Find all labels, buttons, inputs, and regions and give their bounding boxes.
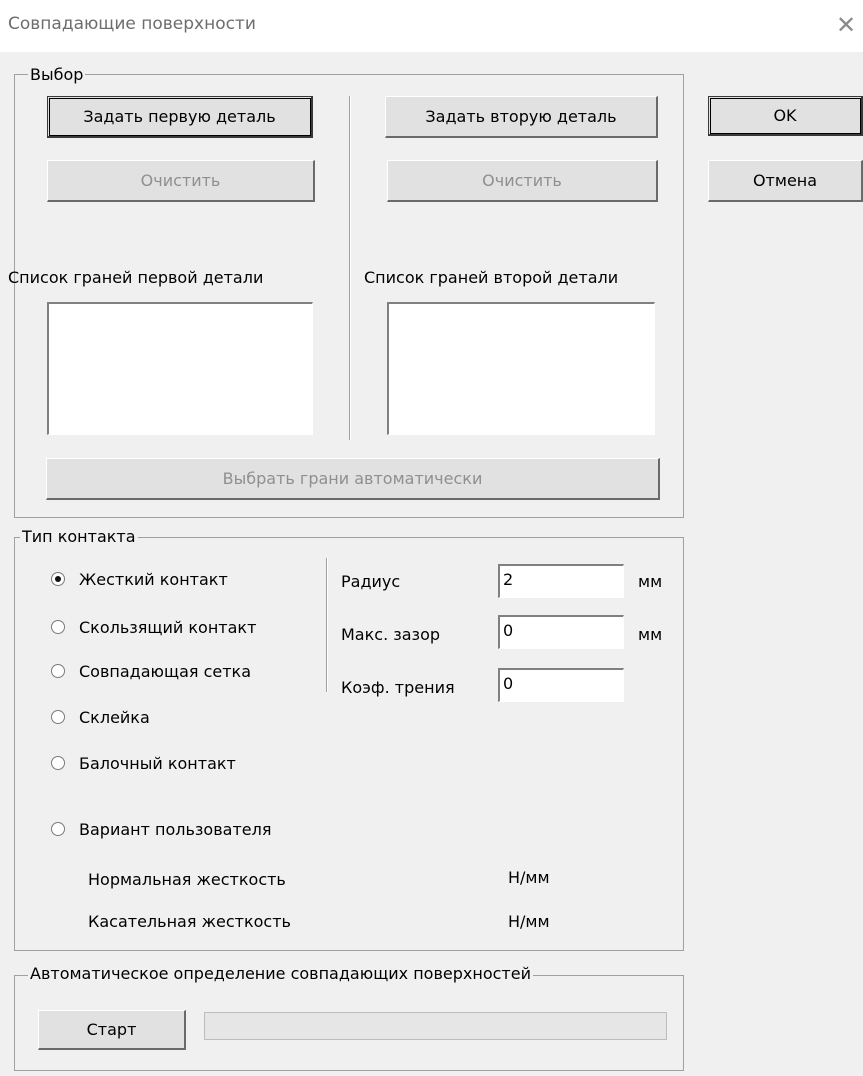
- set-first-part-button[interactable]: Задать первую деталь: [47, 96, 313, 138]
- selection-group-legend: Выбор: [28, 65, 86, 84]
- start-button[interactable]: Старт: [38, 1010, 186, 1050]
- second-part-faces-label: Список граней второй детали: [364, 268, 619, 287]
- user-variant-label: Вариант пользователя: [79, 820, 272, 839]
- friction-input[interactable]: 0: [498, 668, 624, 702]
- first-part-faces-label: Список граней первой детали: [8, 268, 264, 287]
- cancel-button[interactable]: Отмена: [708, 160, 863, 202]
- max-gap-unit: мм: [638, 625, 663, 644]
- max-gap-input[interactable]: 0: [498, 615, 624, 649]
- rigid-contact-label: Жесткий контакт: [79, 570, 228, 589]
- max-gap-label: Макс. зазор: [341, 625, 441, 644]
- radio-sliding-contact[interactable]: [51, 620, 65, 634]
- radius-label: Радиус: [341, 572, 401, 591]
- window-title: Совпадающие поверхности: [8, 14, 256, 34]
- beam-contact-label: Балочный контакт: [79, 754, 236, 773]
- close-icon[interactable]: ✕: [836, 10, 856, 40]
- auto-detect-group-legend: Автоматическое определение совпадающих п…: [28, 964, 533, 983]
- radio-selected-dot: [55, 576, 61, 582]
- ok-button[interactable]: OK: [708, 96, 863, 136]
- bonding-label: Склейка: [79, 708, 150, 727]
- radius-unit: мм: [638, 572, 663, 591]
- radio-rigid-contact[interactable]: [51, 572, 65, 586]
- contact-type-group-legend: Тип контакта: [20, 527, 138, 546]
- radius-input[interactable]: 2: [498, 564, 624, 598]
- normal-stiffness-unit: Н/мм: [508, 868, 550, 887]
- friction-label: Коэф. трения: [341, 678, 455, 697]
- normal-stiffness-label: Нормальная жесткость: [88, 870, 286, 889]
- matching-mesh-label: Совпадающая сетка: [79, 662, 252, 681]
- sliding-contact-label: Скользящий контакт: [79, 618, 257, 637]
- contact-separator: [326, 558, 328, 692]
- radio-user-variant[interactable]: [51, 822, 65, 836]
- set-second-part-button[interactable]: Задать вторую деталь: [385, 96, 658, 138]
- tangent-stiffness-label: Касательная жесткость: [88, 912, 291, 931]
- radio-beam-contact[interactable]: [51, 756, 65, 770]
- radio-bonding[interactable]: [51, 710, 65, 724]
- radio-matching-mesh[interactable]: [51, 664, 65, 678]
- tangent-stiffness-unit: Н/мм: [508, 912, 550, 931]
- auto-select-faces-button[interactable]: Выбрать грани автоматически: [46, 458, 660, 500]
- separator: [349, 96, 351, 440]
- clear-second-button[interactable]: Очистить: [387, 160, 658, 202]
- first-part-faces-list[interactable]: [47, 302, 313, 435]
- second-part-faces-list[interactable]: [387, 302, 655, 435]
- clear-first-button[interactable]: Очистить: [47, 160, 315, 202]
- auto-detect-progress-bar: [204, 1012, 667, 1040]
